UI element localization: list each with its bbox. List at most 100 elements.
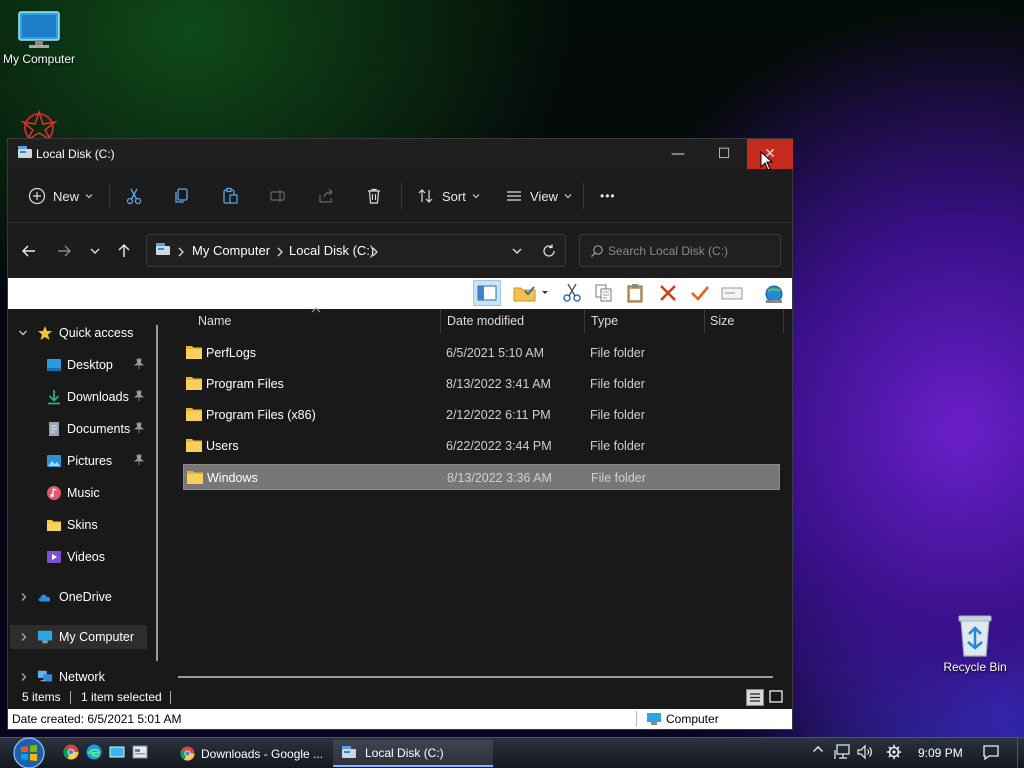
copy-tool-button[interactable] [590,280,618,306]
mouse-cursor-icon [760,151,774,171]
share-icon [319,188,333,203]
column-divider[interactable] [704,309,705,333]
sidebar-item-skins[interactable]: Skins [8,513,156,537]
view-button[interactable]: View [505,183,573,209]
nav-pane-scrollbar[interactable] [156,325,158,661]
table-row[interactable]: PerfLogs 6/5/2021 5:10 AM File folder [183,340,780,366]
file-type: File folder [590,408,645,422]
delete-button[interactable] [365,183,383,209]
column-divider[interactable] [440,309,441,333]
details-divider [636,711,637,727]
chrome-quick-launch[interactable] [62,744,80,760]
minimize-button[interactable]: — [655,139,701,169]
table-row[interactable]: Program Files (x86) 2/12/2022 6:11 PM Fi… [183,402,780,428]
rename-button[interactable] [269,183,287,209]
nav-quick-access[interactable]: Quick access [8,321,156,345]
breadcrumb-my-computer[interactable]: My Computer [192,243,270,258]
settings-tray-button[interactable] [885,744,903,760]
paste-button[interactable] [221,183,239,209]
delete-tool-button[interactable] [654,280,682,306]
copy-button[interactable] [173,183,191,209]
confirm-tool-button[interactable] [686,280,714,306]
window-title: Local Disk (C:) [36,147,115,161]
task-label: Local Disk (C:) [365,745,444,760]
search-input[interactable] [608,242,773,260]
status-divider [170,691,171,704]
table-row-selected[interactable]: Windows 8/13/2022 3:36 AM File folder [183,464,780,490]
sidebar-item-desktop[interactable]: Desktop [8,353,156,377]
column-header-type[interactable]: Type [591,309,701,333]
breadcrumb-local-disk[interactable]: Local Disk (C:) [289,243,374,258]
show-hidden-icons-button[interactable] [810,744,826,754]
cut-tool-button[interactable] [558,280,586,306]
address-bar[interactable]: My Computer Local Disk (C:) [146,234,566,267]
refresh-icon[interactable] [542,244,556,258]
sidebar-item-my-computer[interactable]: My Computer [10,625,147,649]
new-button[interactable]: New [28,183,94,209]
details-view-button[interactable] [746,689,764,706]
taskbar-task-chrome[interactable]: Downloads - Google ... [173,740,327,767]
volume-tray-button[interactable] [856,744,874,760]
share-button[interactable] [317,183,335,209]
paste-tool-button[interactable] [621,280,649,306]
edge-quick-launch[interactable] [85,744,103,760]
column-header-size[interactable]: Size [710,309,780,333]
search-box[interactable] [579,234,781,267]
select-menu-button[interactable] [508,280,554,306]
table-row[interactable]: Program Files 8/13/2022 3:41 AM File fol… [183,371,780,397]
nav-label: Skins [67,518,98,532]
sidebar-item-downloads[interactable]: Downloads [8,385,156,409]
desktop-quick-launch[interactable] [108,744,126,760]
explorer-icon [132,745,148,759]
cut-button[interactable] [125,183,143,209]
notifications-button[interactable] [981,744,1001,760]
sort-button[interactable]: Sort [417,183,481,209]
windows-orb-icon [13,737,45,768]
column-header-name[interactable]: Name [198,309,438,333]
clock[interactable]: 9:09 PM [918,746,963,760]
network-tool-button[interactable] [758,280,790,306]
desktop-icon-app[interactable] [14,108,64,143]
file-date: 8/13/2022 3:41 AM [446,377,551,391]
forward-button[interactable] [53,240,75,262]
sidebar-item-music[interactable]: Music [8,481,156,505]
drive-icon [156,243,170,255]
more-icon: ••• [600,189,616,203]
document-icon [46,421,62,437]
up-button[interactable] [113,240,135,262]
table-row[interactable]: Users 6/22/2022 3:44 PM File folder [183,433,780,459]
sidebar-item-network[interactable]: Network [8,665,156,689]
recent-locations-button[interactable] [84,240,106,262]
explorer-quick-launch[interactable] [131,744,149,760]
back-button[interactable] [18,240,40,262]
title-bar[interactable]: Local Disk (C:) — ☐ ✕ [8,139,793,171]
start-button[interactable] [10,736,48,768]
network-tray-button[interactable] [833,744,851,760]
maximize-button[interactable]: ☐ [701,139,747,169]
nav-label: Downloads [67,390,129,404]
navigation-pane-toggle[interactable] [473,280,501,306]
chevron-right-icon [277,247,283,257]
large-icons-view-button[interactable] [768,689,786,706]
file-list: Name Date modified Type Size PerfLogs 6/… [168,307,792,689]
column-divider[interactable] [584,309,585,333]
computer-icon [37,629,53,645]
file-type: File folder [591,471,646,485]
sidebar-item-documents[interactable]: Documents [8,417,156,441]
column-divider[interactable] [783,309,784,333]
sidebar-item-videos[interactable]: Videos [8,545,156,569]
desktop-icon-recycle-bin[interactable]: Recycle Bin [930,612,1020,674]
desktop-icon-my-computer[interactable]: My Computer [0,10,84,66]
show-desktop-button[interactable] [1017,738,1024,768]
horizontal-scrollbar[interactable] [178,676,773,678]
taskbar-task-explorer[interactable]: Local Disk (C:) [333,740,493,767]
more-options-button[interactable]: ••• [600,183,616,209]
item-count: 5 items [22,690,61,704]
sidebar-item-pictures[interactable]: Pictures [8,449,156,473]
properties-tool-button[interactable] [718,280,746,306]
chevron-up-icon [813,746,823,752]
column-header-date-modified[interactable]: Date modified [447,309,577,333]
file-name: Program Files (x86) [206,408,316,422]
address-history-chevron-icon[interactable] [511,245,523,257]
sidebar-item-onedrive[interactable]: OneDrive [8,585,156,609]
